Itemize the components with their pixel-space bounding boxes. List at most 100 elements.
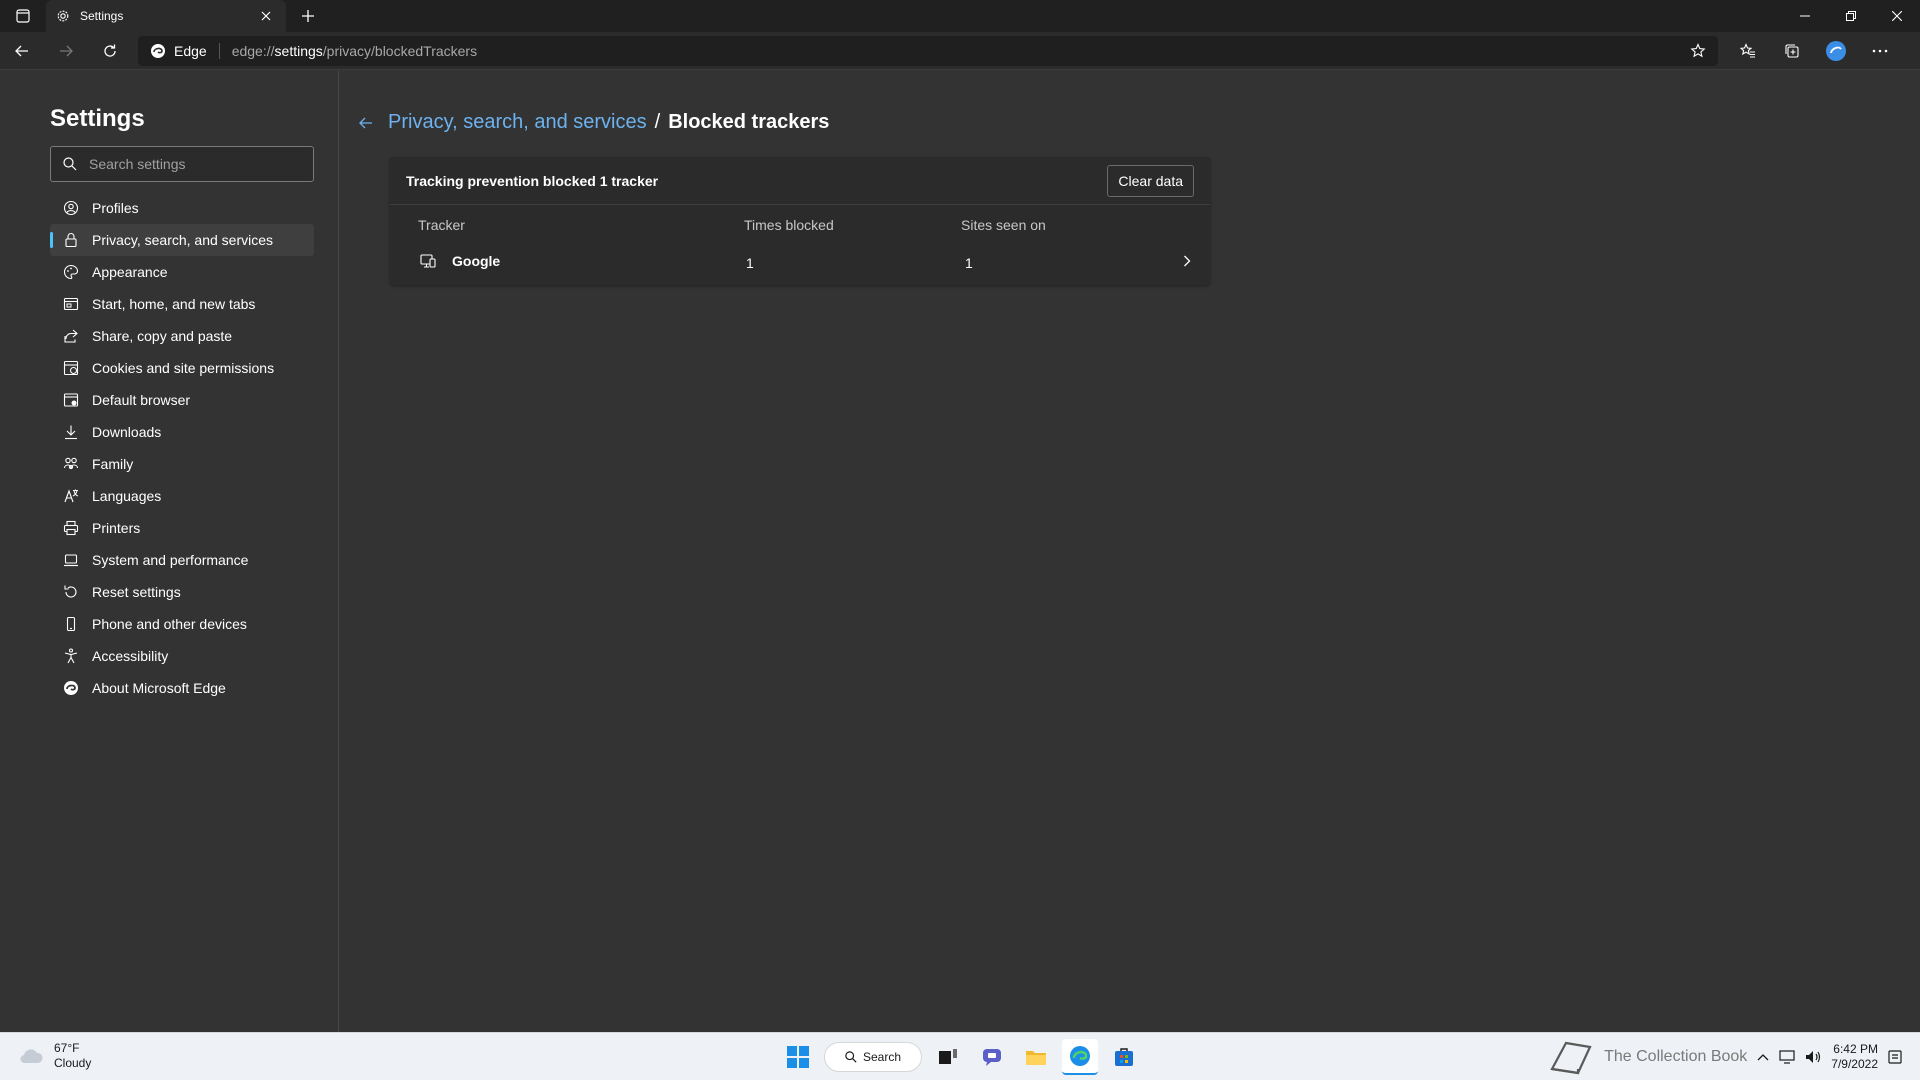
weather-widget[interactable]: 67°F Cloudy: [18, 1041, 91, 1071]
table-header: Tracker Times blocked Sites seen on: [390, 217, 1210, 237]
profile-button[interactable]: [1814, 32, 1858, 70]
share-icon: [63, 328, 79, 344]
sidebar-item-label: About Microsoft Edge: [92, 680, 226, 696]
sidebar-item-start-home-and-new-tabs[interactable]: Start, home, and new tabs: [50, 288, 314, 320]
refresh-button[interactable]: [88, 32, 132, 70]
sidebar-item-system-and-performance[interactable]: System and performance: [50, 544, 314, 576]
restore-button[interactable]: [1828, 0, 1874, 32]
more-menu-button[interactable]: [1858, 32, 1902, 70]
search-settings-box[interactable]: [50, 146, 314, 182]
sidebar-item-downloads[interactable]: Downloads: [50, 416, 314, 448]
sidebar-item-label: System and performance: [92, 552, 249, 568]
tab-close-button[interactable]: [256, 6, 276, 26]
profile-icon: [63, 200, 79, 216]
collections-button[interactable]: [1770, 32, 1814, 70]
taskbar-clock[interactable]: 6:42 PM 7/9/2022: [1831, 1042, 1878, 1072]
language-icon: [63, 488, 79, 504]
weather-temperature: 67°F: [54, 1041, 80, 1055]
weather-condition: Cloudy: [54, 1056, 92, 1070]
table-row[interactable]: Google 1 1: [390, 245, 1210, 277]
sidebar-item-privacy-search-and-services[interactable]: Privacy, search, and services: [50, 224, 314, 256]
folder-icon: [1026, 1051, 1046, 1065]
sidebar-item-label: Downloads: [92, 424, 162, 440]
column-header-tracker: Tracker: [418, 217, 465, 233]
network-icon[interactable]: [1779, 1050, 1795, 1064]
clear-data-button[interactable]: Clear data: [1107, 164, 1194, 197]
accessibility-icon: [63, 648, 79, 664]
tracking-summary: Tracking prevention blocked 1 tracker: [406, 172, 659, 189]
tab-title: Settings: [80, 9, 124, 23]
sidebar-item-printers[interactable]: Printers: [50, 512, 314, 544]
url-host: settings: [274, 42, 323, 59]
gear-icon: [57, 10, 69, 22]
tracker-site-icon: [420, 254, 436, 268]
sidebar-item-reset-settings[interactable]: Reset settings: [50, 576, 314, 608]
forward-button[interactable]: [44, 32, 88, 70]
sidebar-item-about-microsoft-edge[interactable]: About Microsoft Edge: [50, 672, 314, 704]
sidebar-item-accessibility[interactable]: Accessibility: [50, 640, 314, 672]
breadcrumb-parent-link[interactable]: Privacy, search, and services: [388, 111, 647, 134]
url-prefix: edge://: [231, 42, 275, 59]
taskbar-search-label: Search: [862, 1050, 902, 1064]
volume-icon[interactable]: [1805, 1050, 1821, 1064]
collections-icon: [1785, 43, 1799, 58]
store-icon: [1115, 1048, 1133, 1066]
store-button[interactable]: [1106, 1039, 1142, 1075]
sidebar-item-share-copy-and-paste[interactable]: Share, copy and paste: [50, 320, 314, 352]
browser-toolbar: Edge edge://settings/privacy/blockedTrac…: [0, 32, 1920, 70]
start-button[interactable]: [780, 1039, 816, 1075]
plus-icon: [302, 10, 314, 22]
teams-chat-button[interactable]: [974, 1039, 1010, 1075]
browser-icon: [63, 392, 79, 408]
search-icon: [845, 1051, 857, 1063]
sidebar-item-label: Profiles: [92, 200, 139, 216]
sidebar-item-label: Cookies and site permissions: [92, 360, 275, 376]
address-bar[interactable]: Edge edge://settings/privacy/blockedTrac…: [138, 35, 1718, 66]
tab-actions-button[interactable]: [0, 0, 46, 32]
sidebar-item-label: Family: [92, 456, 134, 472]
sidebar-item-label: Printers: [92, 520, 141, 536]
notifications-icon[interactable]: [1888, 1050, 1902, 1064]
tab-settings[interactable]: Settings: [46, 0, 286, 32]
close-window-button[interactable]: [1874, 0, 1920, 32]
sidebar-title: Settings: [50, 105, 145, 132]
system-tray: The Collection Book 6:42 PM 7/9/2022: [1546, 1039, 1902, 1075]
minimize-button[interactable]: [1782, 0, 1828, 32]
toolbar-right: [1726, 32, 1902, 70]
chevron-up-icon[interactable]: [1757, 1053, 1769, 1061]
sidebar-item-label: Appearance: [92, 264, 168, 280]
settings-nav-list: Profiles Privacy, search, and services App…: [50, 192, 314, 704]
site-identity-chip[interactable]: Edge: [150, 42, 220, 59]
file-explorer-button[interactable]: [1018, 1039, 1054, 1075]
minimize-icon: [1800, 15, 1810, 17]
card-header: Tracking prevention blocked 1 tracker Cl…: [390, 157, 1210, 205]
title-bar: Settings: [0, 0, 1920, 32]
sidebar-item-appearance[interactable]: Appearance: [50, 256, 314, 288]
close-icon: [261, 11, 271, 21]
page-title: Blocked trackers: [668, 111, 830, 133]
sidebar-item-cookies-and-site-permissions[interactable]: Cookies and site permissions: [50, 352, 314, 384]
blocked-trackers-card: Tracking prevention blocked 1 tracker Cl…: [390, 157, 1210, 285]
breadcrumb-back-button[interactable]: [358, 115, 374, 131]
sidebar-item-phone-and-other-devices[interactable]: Phone and other devices: [50, 608, 314, 640]
back-button[interactable]: [0, 32, 44, 70]
more-icon: [1872, 49, 1888, 52]
sidebar-item-profiles[interactable]: Profiles: [50, 192, 314, 224]
taskbar-search-button[interactable]: Search: [824, 1042, 922, 1072]
column-header-times-blocked: Times blocked: [744, 217, 834, 233]
new-tab-button[interactable]: [290, 0, 326, 32]
times-blocked-value: 1: [746, 255, 754, 271]
add-favorite-button[interactable]: [1690, 42, 1706, 59]
sidebar-item-default-browser[interactable]: Default browser: [50, 384, 314, 416]
sidebar-item-label: Privacy, search, and services: [92, 232, 274, 248]
book-watermark-icon: [1550, 1041, 1592, 1075]
sidebar-item-languages[interactable]: Languages: [50, 480, 314, 512]
windows-taskbar: 67°F Cloudy Search The Collection Book 6…: [0, 1032, 1920, 1080]
sidebar-item-family[interactable]: Family: [50, 448, 314, 480]
clock-time: 6:42 PM: [1833, 1042, 1878, 1056]
window-controls: [1782, 0, 1920, 32]
task-view-button[interactable]: [930, 1039, 966, 1075]
search-settings-input[interactable]: [89, 156, 289, 172]
favorites-button[interactable]: [1726, 32, 1770, 70]
edge-taskbar-button[interactable]: [1062, 1039, 1098, 1075]
